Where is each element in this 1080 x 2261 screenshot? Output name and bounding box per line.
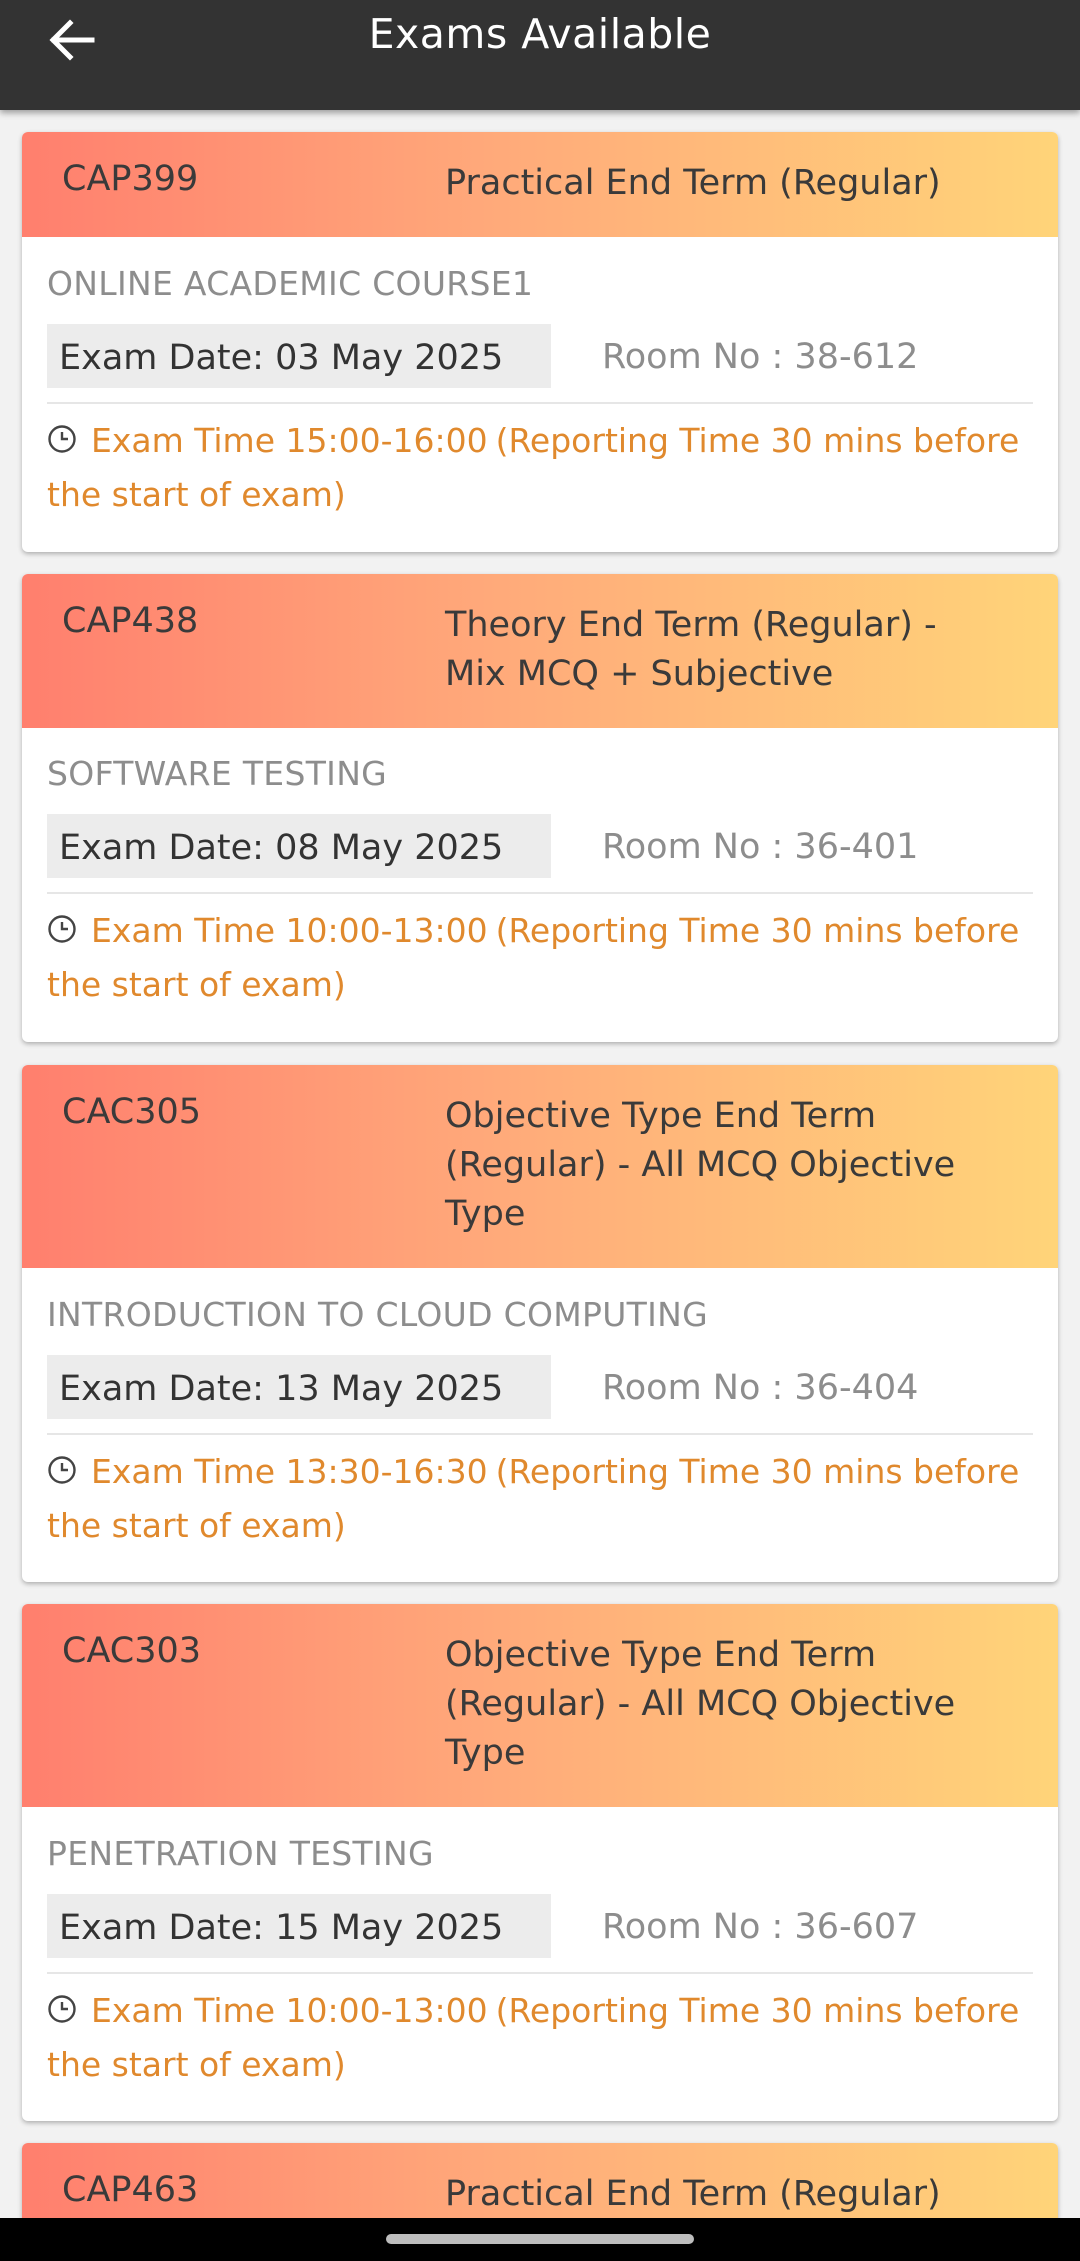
app-bar: Exams Available <box>0 0 1080 110</box>
exam-time-text: Exam Time 10:00-13:00 (Reporting Time 30 … <box>47 1984 1037 2092</box>
room-number: Room No : 38-612 <box>602 337 919 377</box>
exam-type: Practical End Term (Regular) <box>445 163 941 203</box>
exam-date: Exam Date: 03 May 2025 <box>47 324 551 388</box>
exam-card-header: CAC303 Objective Type End Term (Regular)… <box>22 1604 1058 1807</box>
course-code: CAC303 <box>62 1631 202 1671</box>
exam-type: Objective Type End Term (Regular) - All … <box>445 1096 956 1234</box>
exam-time: Exam Time 10:00-13:00 <box>91 911 488 950</box>
exam-type: Theory End Term (Regular) - Mix MCQ + Su… <box>445 605 937 694</box>
exam-card-header: CAP463 Practical End Term (Regular) <box>22 2143 1058 2218</box>
exam-card-header: CAP438 Theory End Term (Regular) - Mix M… <box>22 574 1058 728</box>
exam-card[interactable]: CAP438 Theory End Term (Regular) - Mix M… <box>22 574 1058 1042</box>
exam-type: Objective Type End Term (Regular) - All … <box>445 1635 956 1773</box>
exam-list[interactable]: CAP399 Practical End Term (Regular) ONLI… <box>0 110 1080 2218</box>
divider <box>47 1433 1033 1435</box>
course-code: CAP463 <box>62 2170 199 2210</box>
exam-card-header: CAC305 Objective Type End Term (Regular)… <box>22 1065 1058 1268</box>
exam-time-text: Exam Time 13:30-16:30 (Reporting Time 30 … <box>47 1445 1037 1553</box>
course-name: INTRODUCTION TO CLOUD COMPUTING <box>47 1295 709 1334</box>
course-name: PENETRATION TESTING <box>47 1834 434 1873</box>
divider <box>47 1972 1033 1974</box>
system-navigation-bar <box>0 2218 1080 2261</box>
course-name: ONLINE ACADEMIC COURSE1 <box>47 264 534 303</box>
exam-time-text: Exam Time 10:00-13:00 (Reporting Time 30 … <box>47 904 1037 1012</box>
divider <box>47 892 1033 894</box>
page-title: Exams Available <box>368 10 712 58</box>
room-number: Room No : 36-607 <box>602 1907 919 1947</box>
room-number: Room No : 36-404 <box>602 1368 919 1408</box>
course-code: CAC305 <box>62 1092 202 1132</box>
exam-card[interactable]: CAC303 Objective Type End Term (Regular)… <box>22 1604 1058 2121</box>
divider <box>47 402 1033 404</box>
exam-time-text: Exam Time 15:00-16:00 (Reporting Time 30 … <box>47 414 1037 522</box>
exam-date: Exam Date: 15 May 2025 <box>47 1894 551 1958</box>
exam-card[interactable]: CAC305 Objective Type End Term (Regular)… <box>22 1065 1058 1582</box>
exam-type: Practical End Term (Regular) <box>445 2174 941 2214</box>
exam-time: Exam Time 15:00-16:00 <box>91 421 488 460</box>
home-gesture-handle[interactable] <box>386 2234 694 2244</box>
exam-time: Exam Time 13:30-16:30 <box>91 1452 488 1491</box>
exam-card[interactable]: CAP399 Practical End Term (Regular) ONLI… <box>22 132 1058 552</box>
exam-time: Exam Time 10:00-13:00 <box>91 1991 488 2030</box>
room-number: Room No : 36-401 <box>602 827 919 867</box>
course-code: CAP399 <box>62 159 199 199</box>
exam-card[interactable]: CAP463 Practical End Term (Regular) <box>22 2143 1058 2218</box>
exam-date: Exam Date: 13 May 2025 <box>47 1355 551 1419</box>
course-name: SOFTWARE TESTING <box>47 754 388 793</box>
course-code: CAP438 <box>62 601 199 641</box>
exam-date: Exam Date: 08 May 2025 <box>47 814 551 878</box>
exam-card-header: CAP399 Practical End Term (Regular) <box>22 132 1058 237</box>
